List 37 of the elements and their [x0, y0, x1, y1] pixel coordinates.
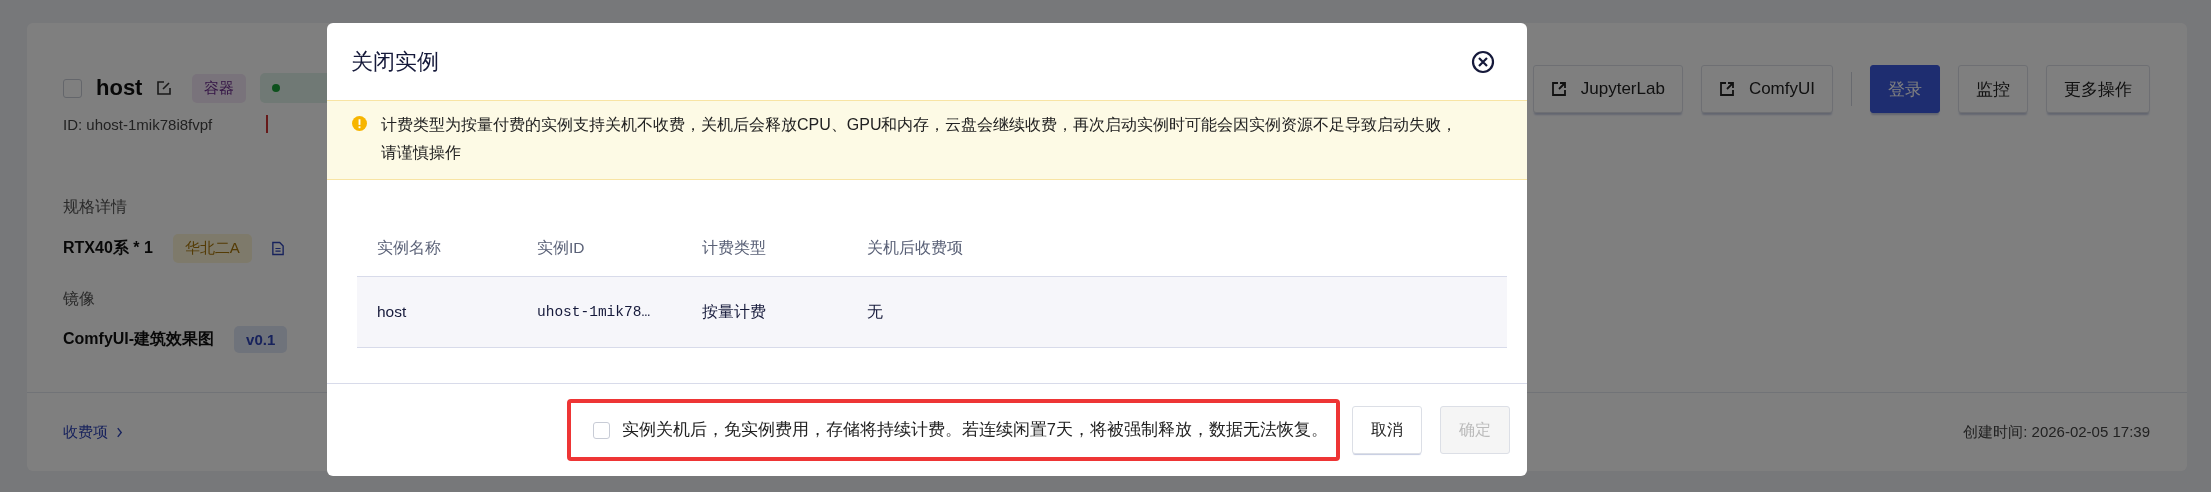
close-icon[interactable] — [1471, 49, 1495, 74]
action-button[interactable]: 监控 — [1958, 65, 2028, 113]
warning-icon — [352, 116, 367, 131]
table-cell-text: host — [377, 303, 408, 321]
chevron-right-icon — [116, 426, 123, 438]
instance-name: host — [96, 75, 143, 101]
checkbox[interactable] — [63, 78, 82, 98]
spec-value: RTX40系 * 1 — [63, 238, 153, 258]
table-cell-text: 无 — [867, 301, 884, 322]
region-tag: 华北二A — [172, 234, 252, 263]
action-button[interactable]: ComfyUI — [1700, 65, 1833, 113]
table-cell-text: uhost-1mik78… — [537, 304, 652, 320]
created-time: 创建时间: 2026-02-05 17:39 — [1963, 422, 2150, 442]
version-tag: v0.1 — [234, 326, 288, 353]
action-button[interactable]: JupyterLab — [1532, 65, 1683, 113]
type-tag: 容器 — [192, 73, 247, 103]
dialog-title: 关闭实例 — [351, 47, 439, 76]
action-button[interactable]: 更多操作 — [2046, 65, 2150, 113]
consent-text: 实例关机后，免实例费用，存储将持续计费。若连续闲置7天，将被强制释放，数据无法恢复。 — [621, 419, 1328, 440]
edit-icon[interactable] — [156, 80, 173, 96]
external-link-icon — [1718, 81, 1735, 97]
warning-text: 计费类型为按量付费的实例支持关机不收费，关机后会释放CPU、GPU和内存，云盘会继续收费，再次启动实例时可能会因实例资源不足导致启动失败，请谨慎操作 — [381, 115, 1459, 163]
column-header: 计费类型 — [702, 237, 767, 258]
consent-checkbox[interactable] — [592, 421, 610, 439]
column-header: 关机后收费项 — [867, 237, 964, 258]
external-link-icon — [1550, 81, 1567, 97]
image-label: 镜像 — [63, 289, 95, 309]
column-header: 实例ID — [537, 237, 586, 258]
dialog-button[interactable]: 取消 — [1352, 406, 1422, 454]
document-icon[interactable] — [271, 241, 284, 256]
fees-link[interactable]: 收费项 — [63, 422, 123, 442]
spec-label: 规格详情 — [63, 197, 127, 217]
image-value: ComfyUI-建筑效果图 — [63, 329, 215, 349]
column-header: 实例名称 — [377, 237, 442, 258]
table-cell-text: 按量计费 — [702, 301, 767, 322]
action-button[interactable]: 登录 — [1870, 65, 1940, 113]
instance-id: ID: uhost-1mik78i8fvpf — [63, 115, 213, 133]
